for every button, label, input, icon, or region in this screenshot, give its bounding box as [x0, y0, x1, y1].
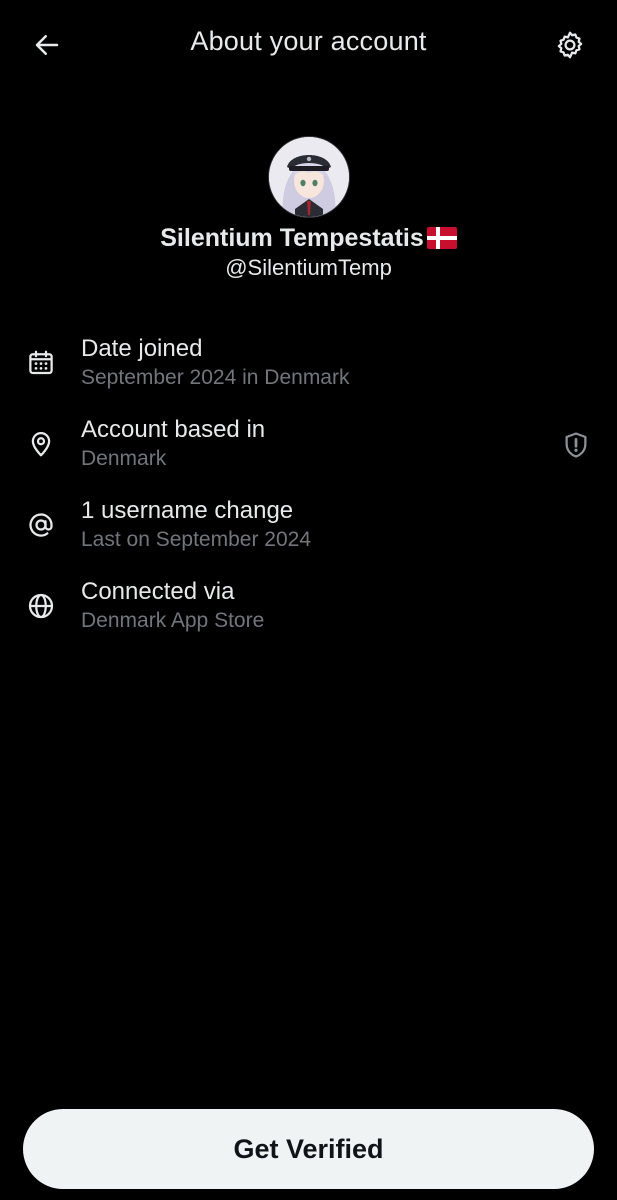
display-name-row: Silentium Tempestatis [0, 222, 617, 254]
display-name: Silentium Tempestatis [160, 223, 424, 252]
info-item-username-changes: 1 username change Last on September 2024 [0, 492, 617, 573]
settings-button[interactable] [547, 22, 593, 68]
get-verified-button[interactable]: Get Verified [23, 1109, 594, 1189]
info-item-connected-via: Connected via Denmark App Store [0, 573, 617, 654]
page-title: About your account [190, 26, 427, 56]
info-item-account-based-in: Account based in Denmark [0, 411, 617, 492]
globe-icon [24, 589, 58, 623]
info-label: Date joined [81, 335, 203, 362]
avatar[interactable] [267, 136, 350, 218]
info-value: September 2024 in Denmark [81, 366, 350, 389]
location-pin-icon [24, 427, 58, 461]
location-accuracy-button[interactable] [558, 427, 594, 463]
info-label: Account based in [81, 416, 266, 443]
denmark-flag-icon [426, 227, 457, 249]
info-item-date-joined: Date joined September 2024 in Denmark [0, 330, 617, 411]
calendar-icon [24, 346, 58, 380]
info-label: 1 username change [81, 497, 294, 524]
info-value: Denmark App Store [81, 609, 265, 632]
shield-alert-icon [565, 432, 587, 458]
info-label: Connected via [81, 578, 235, 605]
profile-section: Silentium Tempestatis @SilentiumTemp [0, 136, 617, 281]
avatar-image [268, 137, 349, 217]
info-value: Last on September 2024 [81, 528, 311, 551]
info-value: Denmark [81, 447, 167, 470]
gear-icon [557, 31, 583, 59]
account-info-list: Date joined September 2024 in Denmark Ac… [0, 330, 617, 654]
user-handle: @SilentiumTemp [225, 255, 392, 280]
at-sign-icon [24, 508, 58, 542]
top-bar: About your account [0, 0, 617, 90]
